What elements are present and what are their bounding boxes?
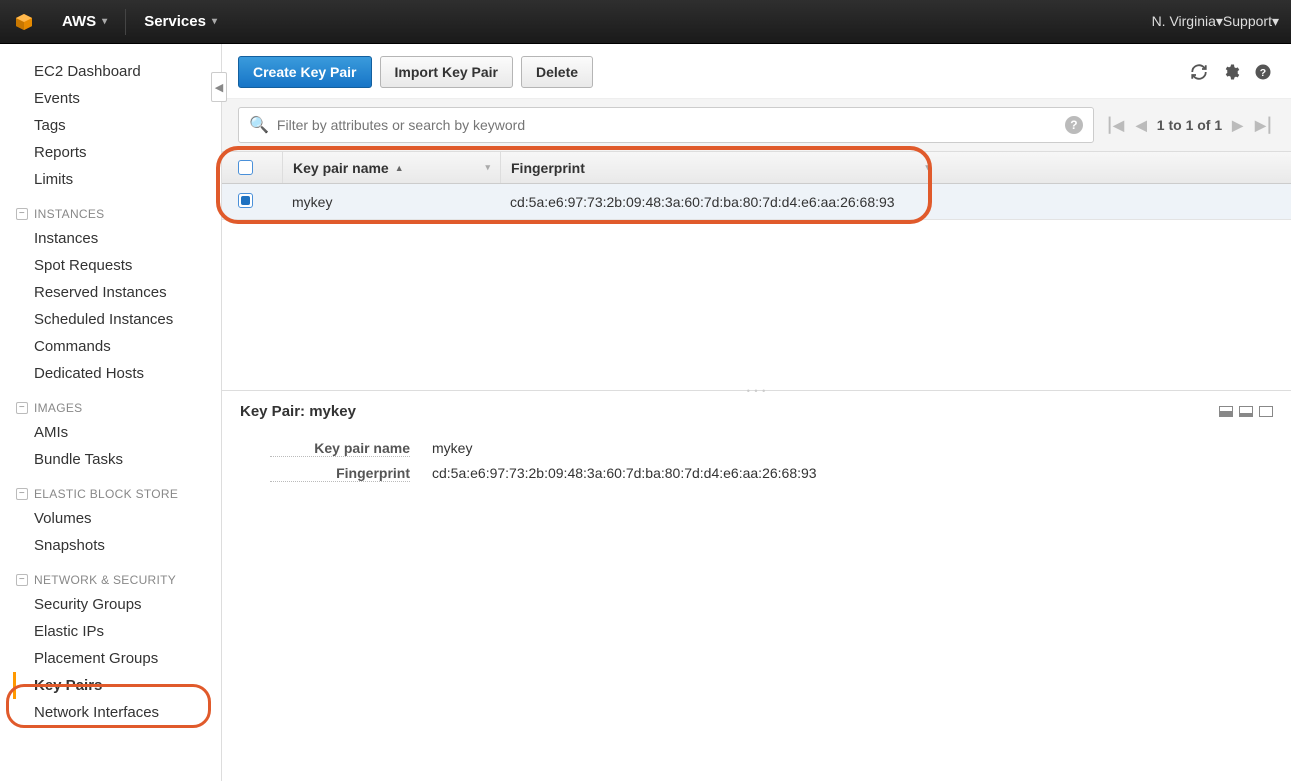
sort-asc-icon: ▲ [395, 163, 404, 173]
collapse-icon: − [16, 402, 28, 414]
sidebar-item-placement-groups[interactable]: Placement Groups [16, 645, 221, 672]
cell-key-name: mykey [282, 194, 500, 210]
column-menu-icon[interactable]: ▾ [925, 162, 930, 173]
grip-icon: • • • [745, 386, 769, 394]
select-all-cell [238, 160, 282, 175]
search-box[interactable]: 🔍 ? [238, 107, 1094, 143]
cell-fingerprint: cd:5a:e6:97:73:2b:09:48:3a:60:7d:ba:80:7… [500, 194, 895, 210]
table-row[interactable]: mykey cd:5a:e6:97:73:2b:09:48:3a:60:7d:b… [222, 184, 1291, 220]
layout-split-icon[interactable] [1219, 406, 1233, 417]
select-all-checkbox[interactable] [238, 160, 253, 175]
sidebar-item-security-groups[interactable]: Security Groups [16, 591, 221, 618]
filter-row: 🔍 ? ⎮◀ ◀ 1 to 1 of 1 ▶ ▶⎮ [222, 99, 1291, 152]
layout-full-icon[interactable] [1259, 406, 1273, 417]
support-menu[interactable]: Support▾ [1223, 13, 1279, 30]
sidebar-item-spot-requests[interactable]: Spot Requests [16, 252, 221, 279]
gear-icon[interactable] [1219, 60, 1243, 84]
sidebar: EC2 Dashboard Events Tags Reports Limits… [0, 44, 222, 781]
column-menu-icon[interactable]: ▾ [485, 162, 490, 173]
page-last-icon[interactable]: ▶⎮ [1253, 117, 1275, 134]
sidebar-item-elastic-ips[interactable]: Elastic IPs [16, 618, 221, 645]
column-header-name[interactable]: Key pair name▲▾ [282, 152, 500, 183]
layout-toggle [1219, 406, 1273, 417]
pager-text: 1 to 1 of 1 [1157, 117, 1222, 133]
collapse-icon: − [16, 208, 28, 220]
detail-body: Key pair name mykey Fingerprint cd:5a:e6… [222, 428, 1291, 504]
layout-bottom-icon[interactable] [1239, 406, 1253, 417]
page-first-icon[interactable]: ⎮◀ [1104, 117, 1126, 134]
delete-button[interactable]: Delete [521, 56, 593, 88]
sidebar-group-instances[interactable]: −INSTANCES [16, 193, 221, 225]
import-key-pair-button[interactable]: Import Key Pair [380, 56, 513, 88]
detail-value-fingerprint: cd:5a:e6:97:73:2b:09:48:3a:60:7d:ba:80:7… [432, 465, 817, 482]
brand-menu[interactable]: AWS▾ [50, 0, 119, 44]
page-prev-icon[interactable]: ◀ [1134, 117, 1149, 134]
create-key-pair-button[interactable]: Create Key Pair [238, 56, 372, 88]
sidebar-item-reserved-instances[interactable]: Reserved Instances [16, 279, 221, 306]
sidebar-collapse-handle[interactable]: ◀ [211, 72, 227, 102]
topbar: AWS▾ Services▾ N. Virginia▾ Support▾ [0, 0, 1291, 44]
detail-pane-divider[interactable]: • • • [222, 390, 1291, 391]
detail-header: Key Pair: mykey [222, 391, 1291, 428]
table-body: mykey cd:5a:e6:97:73:2b:09:48:3a:60:7d:b… [222, 184, 1291, 220]
sidebar-item-volumes[interactable]: Volumes [16, 505, 221, 532]
separator [125, 9, 126, 35]
search-icon: 🔍 [249, 115, 269, 135]
action-bar: Create Key Pair Import Key Pair Delete ? [222, 44, 1291, 99]
sidebar-item-instances[interactable]: Instances [16, 225, 221, 252]
detail-title: Key Pair: mykey [240, 403, 356, 420]
sidebar-item-bundle-tasks[interactable]: Bundle Tasks [16, 446, 221, 473]
sidebar-item-scheduled-instances[interactable]: Scheduled Instances [16, 306, 221, 333]
caret-down-icon: ▾ [212, 16, 217, 27]
sidebar-group-network-security[interactable]: −NETWORK & SECURITY [16, 559, 221, 591]
sidebar-item-key-pairs[interactable]: Key Pairs [13, 672, 221, 699]
sidebar-item-commands[interactable]: Commands [16, 333, 221, 360]
detail-label-fingerprint: Fingerprint [270, 465, 410, 482]
sidebar-item-dedicated-hosts[interactable]: Dedicated Hosts [16, 360, 221, 387]
sidebar-item-network-interfaces[interactable]: Network Interfaces [16, 699, 221, 726]
column-header-fingerprint[interactable]: Fingerprint▾ [500, 152, 940, 183]
sidebar-item-events[interactable]: Events [16, 85, 221, 112]
collapse-icon: − [16, 574, 28, 586]
page-next-icon[interactable]: ▶ [1230, 117, 1245, 134]
sidebar-item-tags[interactable]: Tags [16, 112, 221, 139]
help-icon[interactable]: ? [1251, 60, 1275, 84]
table-header: Key pair name▲▾ Fingerprint▾ [222, 152, 1291, 184]
caret-down-icon: ▾ [1216, 13, 1223, 29]
main-content: Create Key Pair Import Key Pair Delete ?… [222, 44, 1291, 781]
svg-text:?: ? [1260, 67, 1266, 79]
sidebar-group-images[interactable]: −IMAGES [16, 387, 221, 419]
detail-label-name: Key pair name [270, 440, 410, 457]
sidebar-item-limits[interactable]: Limits [16, 166, 221, 193]
row-checkbox[interactable] [238, 193, 253, 208]
detail-value-name: mykey [432, 440, 472, 457]
pager: ⎮◀ ◀ 1 to 1 of 1 ▶ ▶⎮ [1104, 117, 1275, 134]
sidebar-group-ebs[interactable]: −ELASTIC BLOCK STORE [16, 473, 221, 505]
sidebar-item-ec2-dashboard[interactable]: EC2 Dashboard [16, 58, 221, 85]
search-help-icon[interactable]: ? [1065, 116, 1083, 134]
caret-down-icon: ▾ [1272, 13, 1279, 29]
aws-logo-icon [12, 10, 36, 34]
sidebar-item-snapshots[interactable]: Snapshots [16, 532, 221, 559]
region-menu[interactable]: N. Virginia▾ [1152, 13, 1223, 30]
sidebar-item-reports[interactable]: Reports [16, 139, 221, 166]
search-input[interactable] [277, 117, 1057, 133]
services-menu[interactable]: Services▾ [132, 0, 229, 44]
caret-down-icon: ▾ [102, 16, 107, 27]
refresh-icon[interactable] [1187, 60, 1211, 84]
collapse-icon: − [16, 488, 28, 500]
sidebar-item-amis[interactable]: AMIs [16, 419, 221, 446]
